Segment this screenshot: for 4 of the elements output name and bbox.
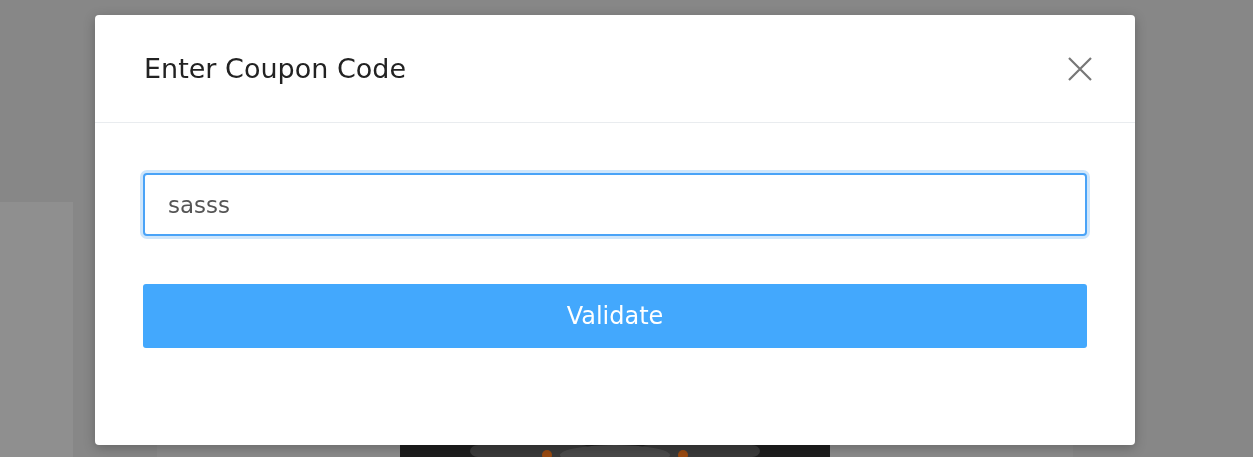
- close-icon: [1068, 56, 1092, 81]
- close-button[interactable]: [1068, 56, 1092, 81]
- dialog-title: Enter Coupon Code: [144, 53, 406, 84]
- coupon-code-field[interactable]: sasss: [143, 173, 1087, 236]
